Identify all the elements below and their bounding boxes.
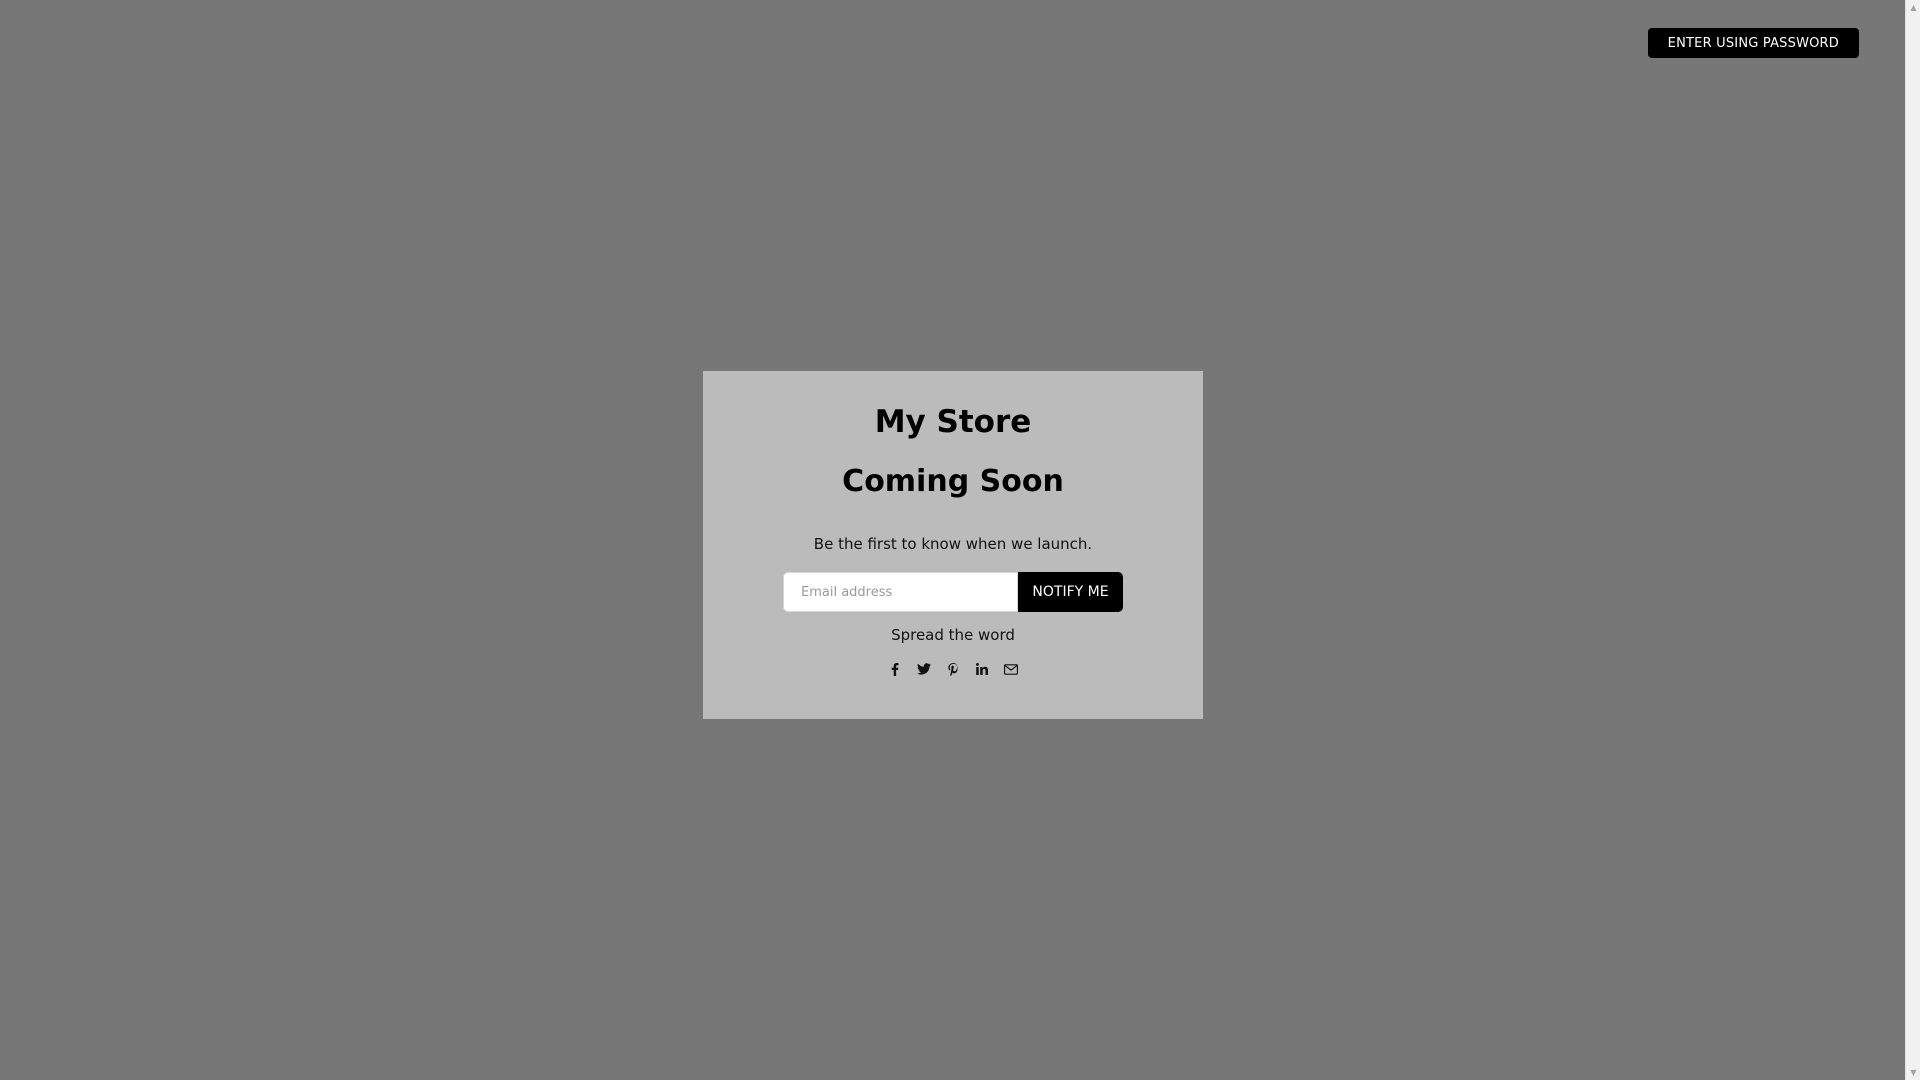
- coming-soon-heading: Coming Soon: [842, 464, 1064, 499]
- linkedin-icon[interactable]: [974, 661, 990, 677]
- vertical-scrollbar[interactable]: ▲ ▼: [1905, 0, 1920, 1080]
- email-input[interactable]: [783, 572, 1018, 612]
- facebook-icon[interactable]: [887, 661, 903, 677]
- social-share-row: [703, 661, 1203, 677]
- coming-soon-card: My Store Coming Soon Be the first to kno…: [703, 371, 1203, 719]
- pinterest-icon[interactable]: [945, 661, 961, 677]
- scroll-down-arrow-icon[interactable]: ▼: [1906, 1065, 1920, 1080]
- enter-using-password-button[interactable]: ENTER USING PASSWORD: [1647, 28, 1859, 58]
- store-title: My Store: [874, 404, 1032, 440]
- page-background: ENTER USING PASSWORD My Store Coming Soo…: [0, 0, 1905, 1080]
- notify-me-button[interactable]: NOTIFY ME: [1018, 572, 1123, 612]
- spread-the-word-label: Spread the word: [891, 626, 1015, 644]
- email-icon[interactable]: [1003, 661, 1019, 677]
- launch-tagline: Be the first to know when we launch.: [813, 535, 1093, 553]
- scroll-up-arrow-icon[interactable]: ▲: [1906, 0, 1920, 15]
- notify-form: NOTIFY ME: [783, 572, 1126, 612]
- twitter-icon[interactable]: [916, 661, 932, 677]
